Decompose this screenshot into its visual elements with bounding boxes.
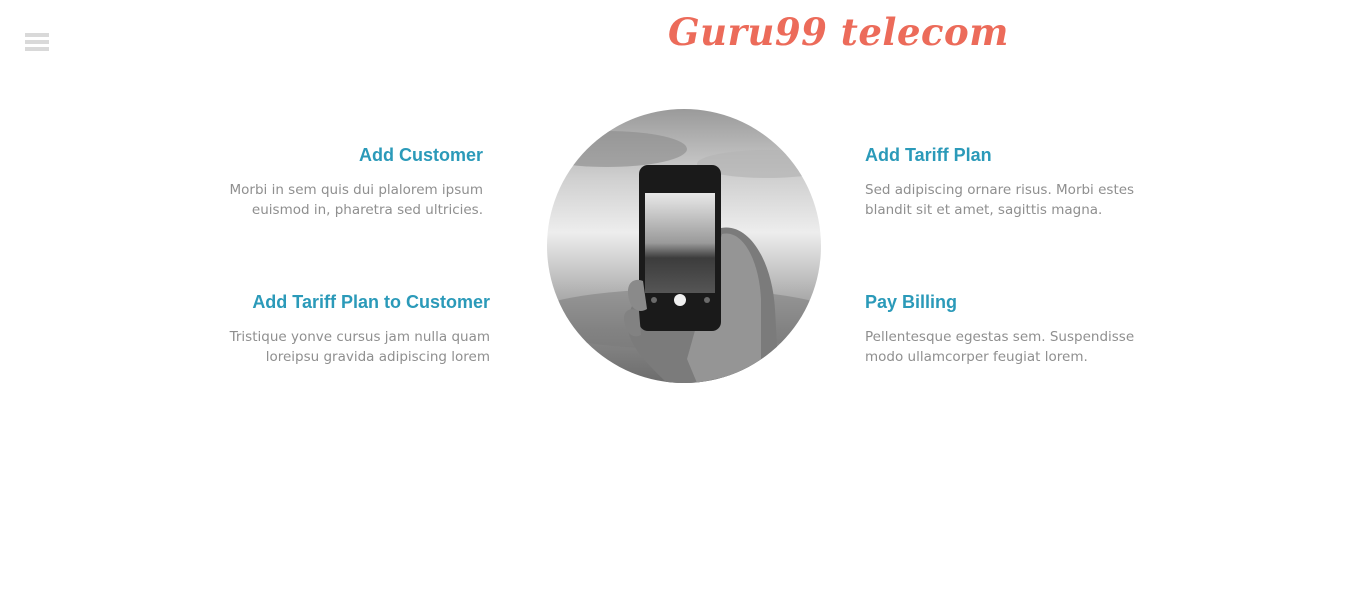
feature-title[interactable]: Add Tariff Plan to Customer bbox=[200, 291, 490, 313]
feature-description: Tristique yonve cursus jam nulla quam lo… bbox=[229, 329, 490, 365]
menu-bar bbox=[25, 47, 49, 51]
feature-title[interactable]: Add Tariff Plan bbox=[865, 144, 1155, 166]
feature-add-tariff-plan[interactable]: Add Tariff Plan Sed adipiscing ornare ri… bbox=[865, 144, 1155, 220]
feature-add-customer[interactable]: Add Customer Morbi in sem quis dui plalo… bbox=[200, 144, 483, 220]
feature-add-tariff-plan-to-customer[interactable]: Add Tariff Plan to Customer Tristique yo… bbox=[200, 291, 490, 367]
feature-pay-billing[interactable]: Pay Billing Pellentesque egestas sem. Su… bbox=[865, 291, 1155, 367]
feature-title[interactable]: Pay Billing bbox=[865, 291, 1155, 313]
feature-description: Sed adipiscing ornare risus. Morbi estes… bbox=[865, 182, 1135, 218]
hamburger-menu-icon[interactable] bbox=[25, 33, 50, 55]
feature-description: Pellentesque egestas sem. Suspendisse mo… bbox=[865, 329, 1135, 365]
menu-bar bbox=[25, 40, 49, 44]
site-logo[interactable]: Guru99 telecom bbox=[668, 10, 1009, 54]
hand-holding-smartphone-photo bbox=[547, 109, 821, 383]
feature-description: Morbi in sem quis dui plalorem ipsum eui… bbox=[229, 182, 483, 218]
feature-title[interactable]: Add Customer bbox=[200, 144, 483, 166]
page: Guru99 telecom Add Customer Morbi in sem… bbox=[0, 0, 1366, 613]
hero-phone-image bbox=[547, 109, 821, 383]
menu-bar bbox=[25, 33, 49, 37]
